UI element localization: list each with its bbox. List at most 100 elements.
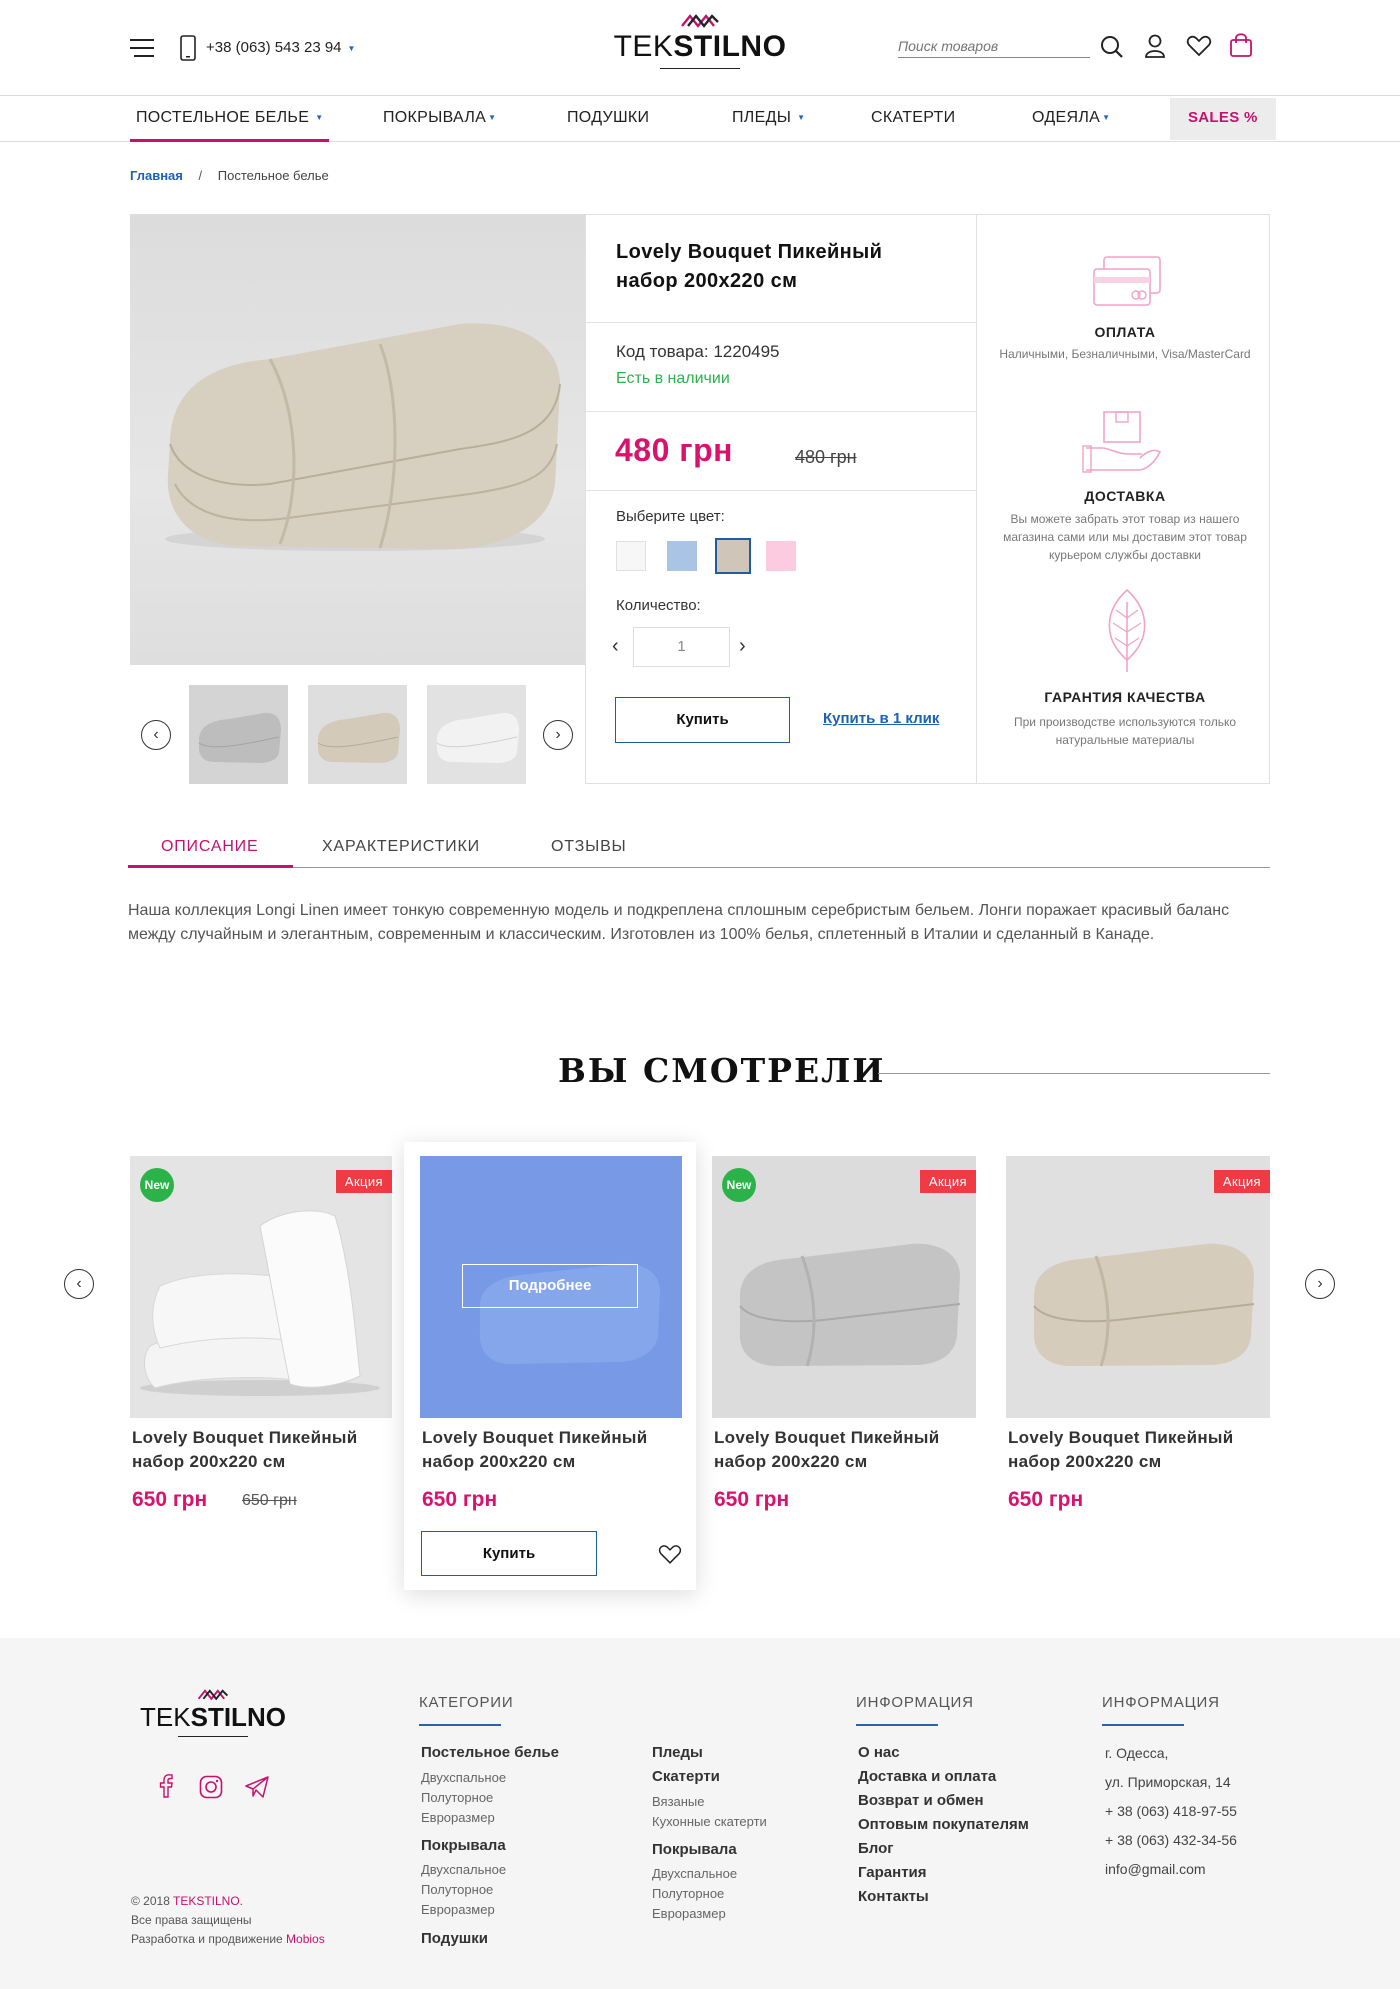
blanket-image: [1033, 1243, 1255, 1367]
footer-subcategory-link[interactable]: Евроразмер: [421, 1902, 495, 1917]
wishlist-icon[interactable]: [1186, 35, 1212, 57]
footer-contact-phone[interactable]: + 38 (063) 432-34-56: [1105, 1832, 1237, 1848]
product-code: Код товара: 1220495: [616, 342, 780, 361]
header-phone[interactable]: +38 (063) 543 23 94 ▼: [206, 39, 355, 56]
feature-payment-text: Наличными, Безналичными, Visa/MasterCard: [999, 347, 1251, 361]
tab-characteristics[interactable]: ХАРАКТЕРИСТИКИ: [322, 838, 480, 856]
nav-label: ПОДУШКИ: [567, 109, 650, 126]
product-main-image[interactable]: [130, 214, 585, 665]
footer-info-link[interactable]: Доставка и оплата: [858, 1768, 996, 1785]
footer-subcategory-link[interactable]: Двухспальное: [421, 1862, 506, 1877]
facebook-icon[interactable]: [158, 1774, 174, 1798]
search-input[interactable]: [898, 34, 1090, 58]
product-card[interactable]: Подробнее Lovely Bouquet Пикейный набор …: [420, 1156, 682, 1576]
logo-mark-icon: [681, 14, 719, 28]
product-card[interactable]: New Акция Lovely Bouquet Пикейный набор …: [712, 1156, 976, 1516]
breadcrumb-current: Постельное белье: [217, 168, 329, 183]
footer-info-link[interactable]: Блог: [858, 1840, 894, 1857]
footer-subcategory-link[interactable]: Евроразмер: [652, 1906, 726, 1921]
footer-category-link[interactable]: Пледы: [652, 1744, 703, 1761]
product-card-price: 650 грн: [422, 1488, 498, 1511]
footer-info-link[interactable]: Оптовым покупателям: [858, 1816, 1029, 1833]
wishlist-heart-icon[interactable]: [658, 1544, 682, 1565]
footer-info-link[interactable]: Гарантия: [858, 1864, 927, 1881]
nav-item-plaids[interactable]: ПЛЕДЫ ▼: [732, 96, 805, 142]
thumbnail[interactable]: [189, 685, 288, 784]
footer-contacts-title: ИНФОРМАЦИЯ: [1102, 1694, 1220, 1711]
product-card[interactable]: Акция Lovely Bouquet Пикейный набор 200x…: [1006, 1156, 1270, 1516]
footer-subcategory-link[interactable]: Кухонные скатерти: [652, 1814, 767, 1829]
nav-item-bedding[interactable]: ПОСТЕЛЬНОЕ БЕЛЬЕ ▼: [130, 96, 330, 142]
nav-item-pillows[interactable]: ПОДУШКИ: [567, 96, 649, 142]
feature-quality-title: ГАРАНТИЯ КАЧЕСТВА: [1044, 689, 1206, 705]
footer-subcategory-link[interactable]: Полуторное: [652, 1886, 724, 1901]
product-card[interactable]: New Акция Lovely Bouquet Пикейный набор …: [130, 1156, 392, 1516]
nav-item-tablecloths[interactable]: СКАТЕРТИ: [871, 96, 955, 142]
footer-category-link[interactable]: Покрывала: [652, 1841, 737, 1858]
feature-payment-title: ОПЛАТА: [1094, 324, 1156, 340]
user-icon[interactable]: [1144, 34, 1166, 58]
feature-delivery-title: ДОСТАВКА: [1084, 488, 1166, 504]
instagram-icon[interactable]: [199, 1775, 223, 1799]
color-swatch-selected[interactable]: [715, 538, 751, 574]
menu-icon[interactable]: [130, 38, 154, 58]
site-logo[interactable]: TEKSTILNO: [600, 8, 800, 84]
color-swatch[interactable]: [766, 541, 796, 571]
breadcrumb-home[interactable]: Главная: [130, 168, 183, 183]
product-card-title[interactable]: Lovely Bouquet Пикейный набор 200x220 см: [422, 1426, 682, 1474]
buy-button[interactable]: Купить: [615, 697, 790, 743]
feature-quality-text: При производстве используются только нат…: [1013, 715, 1237, 747]
product-card-image[interactable]: Подробнее: [420, 1156, 682, 1418]
nav-item-bedspreads[interactable]: ПОКРЫВАЛА ▼: [383, 96, 496, 142]
footer-info-link[interactable]: Контакты: [858, 1888, 929, 1905]
footer-logo[interactable]: TEKSTILNO: [130, 1686, 296, 1737]
search-icon[interactable]: [1100, 35, 1124, 59]
quantity-label: Количество:: [616, 597, 701, 614]
thumb-prev-button[interactable]: ‹: [141, 720, 171, 750]
quantity-stepper[interactable]: 1: [633, 627, 730, 667]
product-card-title[interactable]: Lovely Bouquet Пикейный набор 200x220 см: [714, 1426, 974, 1474]
footer-contact-email[interactable]: info@gmail.com: [1105, 1861, 1206, 1877]
carousel-prev-button[interactable]: ‹: [64, 1269, 94, 1299]
product-card-title[interactable]: Lovely Bouquet Пикейный набор 200x220 см: [1008, 1426, 1268, 1474]
footer-subcategory-link[interactable]: Двухспальное: [652, 1866, 737, 1881]
footer-category-link[interactable]: Постельное белье: [421, 1744, 559, 1761]
footer-subcategory-link[interactable]: Полуторное: [421, 1882, 493, 1897]
color-swatch[interactable]: [616, 541, 646, 571]
product-card-image[interactable]: Акция: [1006, 1156, 1270, 1418]
footer-subcategory-link[interactable]: Двухспальное: [421, 1770, 506, 1785]
quantity-increase[interactable]: ›: [739, 635, 746, 658]
developer-link[interactable]: Mobios: [286, 1932, 325, 1946]
thumbnail-image: [436, 712, 519, 763]
thumbnail[interactable]: [427, 685, 526, 784]
copyright: © 2018 TEKSTILNO.: [131, 1894, 244, 1908]
buy-button[interactable]: Купить: [421, 1531, 597, 1576]
buy-one-click-link[interactable]: Купить в 1 клик: [823, 710, 939, 727]
thumbnail[interactable]: [308, 685, 407, 784]
product-card-image[interactable]: New Акция: [712, 1156, 976, 1418]
footer-category-link[interactable]: Подушки: [421, 1930, 488, 1947]
footer-category-link[interactable]: Покрывала: [421, 1837, 506, 1854]
footer-info-link[interactable]: О нас: [858, 1744, 900, 1761]
footer-subcategory-link[interactable]: Вязаные: [652, 1794, 705, 1809]
telegram-icon[interactable]: [244, 1775, 270, 1799]
phone-dropdown-icon: ▼: [347, 43, 356, 53]
tab-description[interactable]: ОПИСАНИЕ: [161, 838, 258, 856]
footer-category-link[interactable]: Скатерти: [652, 1768, 720, 1785]
nav-item-sales[interactable]: SALES %: [1170, 98, 1276, 140]
cart-icon[interactable]: [1229, 32, 1253, 58]
color-swatch[interactable]: [667, 541, 697, 571]
footer-info-link[interactable]: Возврат и обмен: [858, 1792, 984, 1809]
footer-contact-phone[interactable]: + 38 (063) 418-97-55: [1105, 1803, 1237, 1819]
footer-subcategory-link[interactable]: Полуторное: [421, 1790, 493, 1805]
quantity-decrease[interactable]: ‹: [612, 635, 619, 658]
footer-subcategory-link[interactable]: Евроразмер: [421, 1810, 495, 1825]
footer-contact-address: ул. Приморская, 14: [1105, 1774, 1231, 1790]
product-card-title[interactable]: Lovely Bouquet Пикейный набор 200x220 см: [132, 1426, 392, 1474]
product-card-image[interactable]: New Акция: [130, 1156, 392, 1418]
tab-reviews[interactable]: ОТЗЫВЫ: [551, 838, 627, 856]
details-button[interactable]: Подробнее: [462, 1264, 638, 1308]
thumb-next-button[interactable]: ›: [543, 720, 573, 750]
nav-item-blankets[interactable]: ОДЕЯЛА ▼: [1032, 96, 1110, 142]
carousel-next-button[interactable]: ›: [1305, 1269, 1335, 1299]
